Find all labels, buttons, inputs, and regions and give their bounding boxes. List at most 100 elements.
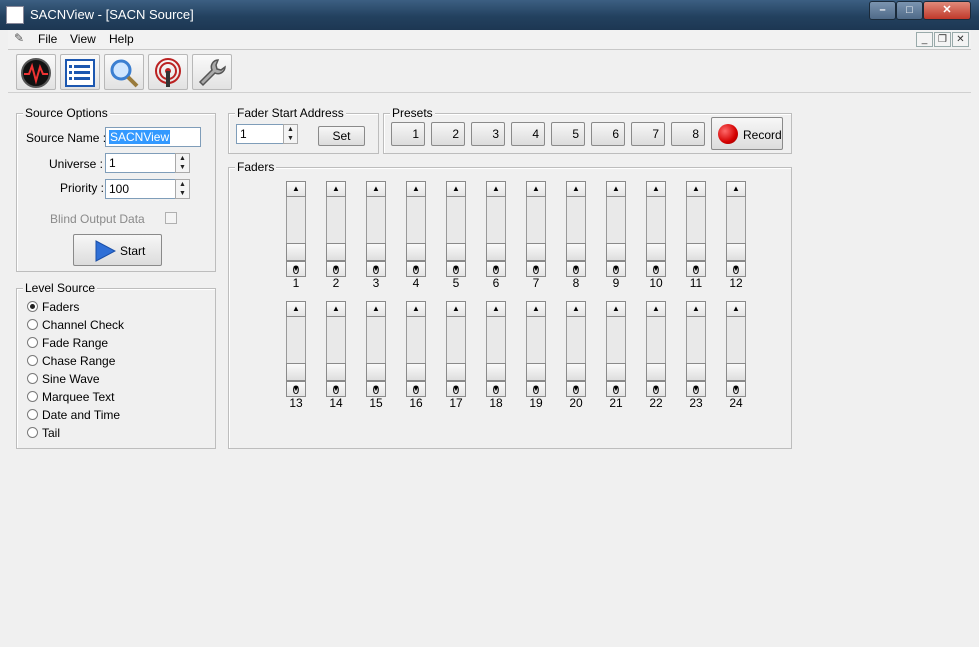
- blind-output-checkbox[interactable]: [165, 212, 177, 224]
- fader-up-icon[interactable]: ▲: [406, 301, 426, 317]
- fader-thumb[interactable]: [686, 243, 706, 261]
- fader-track[interactable]: [646, 197, 666, 243]
- fader-track[interactable]: [406, 317, 426, 363]
- start-button[interactable]: Start: [73, 234, 162, 266]
- level-source-option-label[interactable]: Fade Range: [42, 336, 108, 350]
- fader-thumb[interactable]: [606, 243, 626, 261]
- priority-input[interactable]: 100: [105, 179, 177, 199]
- level-source-radio[interactable]: [27, 301, 38, 312]
- level-source-option-label[interactable]: Channel Check: [42, 318, 124, 332]
- level-source-radio[interactable]: [27, 319, 38, 330]
- menu-help[interactable]: Help: [109, 32, 134, 46]
- settings-button[interactable]: [192, 54, 232, 90]
- fader-thumb[interactable]: [606, 363, 626, 381]
- universe-input[interactable]: 1: [105, 153, 177, 173]
- fader-track[interactable]: [446, 317, 466, 363]
- source-name-input[interactable]: SACNView: [105, 127, 201, 147]
- fader-up-icon[interactable]: ▲: [566, 301, 586, 317]
- fader-up-icon[interactable]: ▲: [406, 181, 426, 197]
- fader-thumb[interactable]: [406, 243, 426, 261]
- fader-thumb[interactable]: [646, 243, 666, 261]
- fader-track[interactable]: [526, 197, 546, 243]
- child-restore-button[interactable]: ❐: [934, 32, 951, 47]
- fader-up-icon[interactable]: ▲: [286, 301, 306, 317]
- fader-track[interactable]: [606, 317, 626, 363]
- fader-track[interactable]: [566, 197, 586, 243]
- fader-thumb[interactable]: [406, 363, 426, 381]
- fader-thumb[interactable]: [566, 243, 586, 261]
- preset-button[interactable]: 3: [471, 122, 505, 146]
- fader-thumb[interactable]: [366, 243, 386, 261]
- level-source-radio[interactable]: [27, 337, 38, 348]
- level-source-radio[interactable]: [27, 391, 38, 402]
- fader-track[interactable]: [446, 197, 466, 243]
- fader-up-icon[interactable]: ▲: [646, 301, 666, 317]
- fader-up-icon[interactable]: ▲: [366, 181, 386, 197]
- preset-button[interactable]: 1: [391, 122, 425, 146]
- fader-up-icon[interactable]: ▲: [526, 181, 546, 197]
- scope-button[interactable]: [16, 54, 56, 90]
- fader-track[interactable]: [366, 317, 386, 363]
- fader-thumb[interactable]: [526, 363, 546, 381]
- child-close-button[interactable]: ✕: [952, 32, 969, 47]
- fader-thumb[interactable]: [726, 243, 746, 261]
- fader-thumb[interactable]: [526, 243, 546, 261]
- fader-thumb[interactable]: [286, 363, 306, 381]
- fader-track[interactable]: [406, 197, 426, 243]
- fader-thumb[interactable]: [686, 363, 706, 381]
- fader-track[interactable]: [326, 317, 346, 363]
- fader-track[interactable]: [486, 317, 506, 363]
- menu-file[interactable]: File: [38, 32, 57, 46]
- fader-track[interactable]: [566, 317, 586, 363]
- list-button[interactable]: [60, 54, 100, 90]
- fader-track[interactable]: [526, 317, 546, 363]
- fader-up-icon[interactable]: ▲: [486, 301, 506, 317]
- preset-button[interactable]: 8: [671, 122, 705, 146]
- set-button[interactable]: Set: [318, 126, 365, 146]
- fader-up-icon[interactable]: ▲: [726, 181, 746, 197]
- fader-track[interactable]: [486, 197, 506, 243]
- fader-up-icon[interactable]: ▲: [606, 181, 626, 197]
- level-source-option-label[interactable]: Chase Range: [42, 354, 115, 368]
- level-source-radio[interactable]: [27, 409, 38, 420]
- level-source-option-label[interactable]: Faders: [42, 300, 79, 314]
- fader-thumb[interactable]: [566, 363, 586, 381]
- fader-track[interactable]: [326, 197, 346, 243]
- fader-up-icon[interactable]: ▲: [566, 181, 586, 197]
- close-button[interactable]: ✕: [923, 1, 971, 20]
- spin-down-icon[interactable]: ▼: [176, 163, 189, 172]
- level-source-radio[interactable]: [27, 355, 38, 366]
- fader-thumb[interactable]: [486, 363, 506, 381]
- fader-thumb[interactable]: [446, 363, 466, 381]
- fader-thumb[interactable]: [286, 243, 306, 261]
- fader-track[interactable]: [646, 317, 666, 363]
- transmit-button[interactable]: [148, 54, 188, 90]
- maximize-button[interactable]: □: [896, 1, 923, 20]
- fader-up-icon[interactable]: ▲: [526, 301, 546, 317]
- fader-track[interactable]: [726, 197, 746, 243]
- fader-track[interactable]: [726, 317, 746, 363]
- fader-track[interactable]: [286, 317, 306, 363]
- fader-up-icon[interactable]: ▲: [686, 301, 706, 317]
- fader-up-icon[interactable]: ▲: [686, 181, 706, 197]
- spin-down-icon[interactable]: ▼: [176, 189, 189, 198]
- fader-thumb[interactable]: [326, 363, 346, 381]
- spin-up-icon[interactable]: ▲: [176, 154, 189, 163]
- level-source-option-label[interactable]: Date and Time: [42, 408, 120, 422]
- fader-track[interactable]: [686, 317, 706, 363]
- record-button[interactable]: Record: [711, 117, 783, 150]
- fader-track[interactable]: [606, 197, 626, 243]
- preset-button[interactable]: 6: [591, 122, 625, 146]
- priority-spinner[interactable]: ▲ ▼: [175, 179, 190, 199]
- fader-up-icon[interactable]: ▲: [726, 301, 746, 317]
- preset-button[interactable]: 5: [551, 122, 585, 146]
- fader-track[interactable]: [686, 197, 706, 243]
- spin-up-icon[interactable]: ▲: [176, 180, 189, 189]
- fader-up-icon[interactable]: ▲: [326, 181, 346, 197]
- preset-button[interactable]: 7: [631, 122, 665, 146]
- universe-spinner[interactable]: ▲ ▼: [175, 153, 190, 173]
- fader-thumb[interactable]: [446, 243, 466, 261]
- menu-view[interactable]: View: [70, 32, 96, 46]
- level-source-radio[interactable]: [27, 373, 38, 384]
- fader-up-icon[interactable]: ▲: [286, 181, 306, 197]
